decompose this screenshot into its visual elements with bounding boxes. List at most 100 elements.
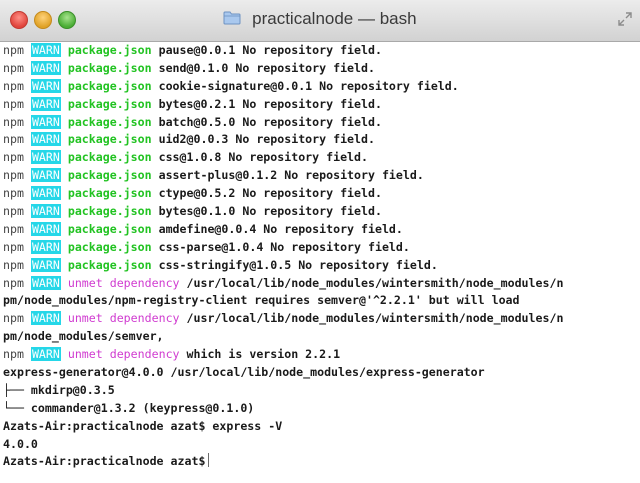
- warn-line: npm WARN package.json css-stringify@1.0.…: [3, 257, 640, 275]
- npm-prefix: npm: [3, 257, 24, 272]
- npm-prefix: npm: [3, 347, 24, 362]
- window-title: practicalnode — bash: [252, 9, 417, 28]
- warn-message: cookie-signature@0.0.1 No repository fie…: [158, 78, 459, 93]
- warn-message: ctype@0.5.2 No repository field.: [158, 186, 382, 201]
- terminal-output[interactable]: npm WARN package.json pause@0.0.1 No rep…: [0, 42, 640, 483]
- warn-message: bytes@0.2.1 No repository field.: [158, 96, 382, 111]
- warn-badge: WARN: [30, 186, 61, 201]
- warn-badge: WARN: [30, 43, 61, 57]
- warn-badge: WARN: [30, 150, 61, 165]
- npm-prefix: npm: [3, 311, 24, 326]
- npm-prefix: npm: [3, 275, 24, 290]
- window-title-wrap: practicalnode — bash: [0, 9, 640, 29]
- version-output: 4.0.0: [3, 436, 38, 451]
- warn-badge: WARN: [30, 347, 61, 362]
- unmet-dependency-line: npm WARN unmet dependency which is versi…: [3, 346, 640, 364]
- warn-message: uid2@0.0.3 No repository field.: [158, 132, 375, 147]
- install-tree-child: └── commander@1.3.2 (keypress@0.1.0): [3, 400, 640, 418]
- tree-child-text: └── commander@1.3.2 (keypress@0.1.0): [3, 400, 255, 415]
- npm-prefix: npm: [3, 186, 24, 201]
- unmet-dependency-line: npm WARN unmet dependency /usr/local/lib…: [3, 275, 640, 293]
- unmet-dependency-label: unmet dependency: [67, 347, 180, 362]
- warn-badge: WARN: [30, 114, 61, 129]
- warn-line: npm WARN package.json css-parse@1.0.4 No…: [3, 239, 640, 257]
- warn-line: npm WARN package.json assert-plus@0.1.2 …: [3, 167, 640, 185]
- warn-badge: WARN: [30, 257, 61, 272]
- warn-line: npm WARN package.json cookie-signature@0…: [3, 78, 640, 96]
- package-json-label: package.json: [67, 96, 152, 111]
- package-json-label: package.json: [67, 60, 152, 75]
- warn-message: css-parse@1.0.4 No repository field.: [158, 239, 410, 254]
- fullscreen-icon[interactable]: [618, 12, 632, 26]
- package-json-label: package.json: [67, 257, 152, 272]
- wrapped-line: pm/node_modules/npm-registry-client requ…: [3, 292, 640, 310]
- unmet-dependency-line: npm WARN unmet dependency /usr/local/lib…: [3, 310, 640, 328]
- prompt-line: Azats-Air:practicalnode azat$ express -V: [3, 418, 640, 436]
- npm-prefix: npm: [3, 43, 24, 57]
- warn-line: npm WARN package.json uid2@0.0.3 No repo…: [3, 131, 640, 149]
- warn-message: css-stringify@1.0.5 No repository field.: [158, 257, 438, 272]
- warn-badge: WARN: [30, 132, 61, 147]
- npm-prefix: npm: [3, 239, 24, 254]
- warn-message: assert-plus@0.1.2 No repository field.: [158, 168, 424, 183]
- install-tree-root: express-generator@4.0.0 /usr/local/lib/n…: [3, 364, 640, 382]
- npm-prefix: npm: [3, 96, 24, 111]
- warn-line: npm WARN package.json bytes@0.2.1 No rep…: [3, 96, 640, 114]
- unmet-message: /usr/local/lib/node_modules/wintersmith/…: [186, 311, 564, 326]
- unmet-message: /usr/local/lib/node_modules/wintersmith/…: [186, 275, 564, 290]
- warn-badge: WARN: [30, 239, 61, 254]
- warn-message: css@1.0.8 No repository field.: [158, 150, 368, 165]
- warn-badge: WARN: [30, 168, 61, 183]
- npm-prefix: npm: [3, 150, 24, 165]
- npm-prefix: npm: [3, 168, 24, 183]
- prompt-line-current[interactable]: Azats-Air:practicalnode azat$: [3, 453, 640, 471]
- unmet-message-continued: pm/node_modules/npm-registry-client requ…: [3, 293, 520, 308]
- npm-prefix: npm: [3, 60, 24, 75]
- warn-message: amdefine@0.0.4 No repository field.: [158, 221, 403, 236]
- package-json-label: package.json: [67, 239, 152, 254]
- unmet-message: which is version 2.2.1: [186, 347, 341, 362]
- npm-prefix: npm: [3, 132, 24, 147]
- warn-badge: WARN: [30, 221, 61, 236]
- npm-prefix: npm: [3, 114, 24, 129]
- package-json-label: package.json: [67, 43, 152, 57]
- npm-prefix: npm: [3, 78, 24, 93]
- warn-badge: WARN: [30, 60, 61, 75]
- folder-icon: [223, 11, 241, 25]
- package-json-label: package.json: [67, 114, 152, 129]
- unmet-message-continued: pm/node_modules/semver,: [3, 329, 164, 344]
- warn-badge: WARN: [30, 311, 61, 326]
- wrapped-line: pm/node_modules/semver,: [3, 328, 640, 346]
- npm-prefix: npm: [3, 221, 24, 236]
- warn-message: send@0.1.0 No repository field.: [158, 60, 375, 75]
- warn-badge: WARN: [30, 204, 61, 219]
- command-output: 4.0.0: [3, 436, 640, 454]
- warn-badge: WARN: [30, 78, 61, 93]
- package-json-label: package.json: [67, 78, 152, 93]
- warn-line: npm WARN package.json amdefine@0.0.4 No …: [3, 221, 640, 239]
- warn-badge: WARN: [30, 96, 61, 111]
- tree-child-text: ├── mkdirp@0.3.5: [3, 382, 115, 397]
- warn-line: npm WARN package.json bytes@0.1.0 No rep…: [3, 203, 640, 221]
- package-json-label: package.json: [67, 186, 152, 201]
- prompt-current: Azats-Air:practicalnode azat$: [3, 454, 206, 469]
- unmet-dependency-label: unmet dependency: [67, 275, 180, 290]
- text-cursor: [208, 453, 210, 468]
- warn-message: batch@0.5.0 No repository field.: [158, 114, 382, 129]
- package-json-label: package.json: [67, 221, 152, 236]
- warn-message: bytes@0.1.0 No repository field.: [158, 204, 382, 219]
- warn-line: npm WARN package.json pause@0.0.1 No rep…: [3, 42, 640, 60]
- install-tree-child: ├── mkdirp@0.3.5: [3, 382, 640, 400]
- package-json-label: package.json: [67, 150, 152, 165]
- npm-prefix: npm: [3, 204, 24, 219]
- warn-line: npm WARN package.json ctype@0.5.2 No rep…: [3, 185, 640, 203]
- warn-line: npm WARN package.json send@0.1.0 No repo…: [3, 60, 640, 78]
- warn-badge: WARN: [30, 275, 61, 290]
- title-bar[interactable]: practicalnode — bash: [0, 0, 640, 42]
- warn-line: npm WARN package.json batch@0.5.0 No rep…: [3, 114, 640, 132]
- warn-line: npm WARN package.json css@1.0.8 No repos…: [3, 149, 640, 167]
- tree-root-text: express-generator@4.0.0 /usr/local/lib/n…: [3, 365, 485, 380]
- package-json-label: package.json: [67, 132, 152, 147]
- terminal-window: practicalnode — bash npm WARN package.js…: [0, 0, 640, 483]
- unmet-dependency-label: unmet dependency: [67, 311, 180, 326]
